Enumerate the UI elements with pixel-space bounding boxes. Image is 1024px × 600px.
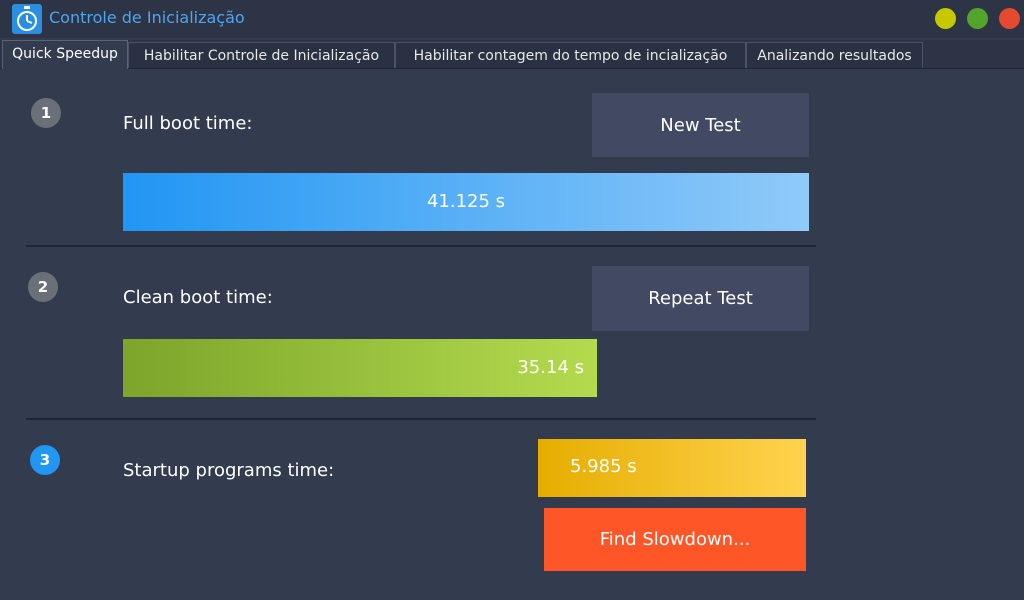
startup-programs-label: Startup programs time:: [123, 460, 335, 481]
step-2-badge: 2: [28, 272, 58, 302]
full-boot-value: 41.125 s: [426, 191, 506, 212]
window-title: Controle de Inicialização: [49, 8, 245, 27]
startup-programs-bar: 5.985 s: [538, 439, 806, 497]
minimize-button[interactable]: [935, 8, 956, 29]
full-boot-label: Full boot time:: [123, 113, 253, 134]
section-divider-2: [26, 418, 816, 420]
section-divider-1: [26, 245, 816, 247]
maximize-button[interactable]: [967, 8, 988, 29]
clean-boot-value: 35.14 s: [517, 357, 584, 378]
tab-habilitar-controle[interactable]: Habilitar Controle de Inicialização: [128, 42, 395, 68]
find-slowdown-button[interactable]: Find Slowdown...: [544, 508, 806, 571]
full-boot-bar: 41.125 s: [123, 173, 809, 231]
step-3-badge: 3: [30, 445, 60, 475]
tab-bar: Quick Speedup Habilitar Controle de Inic…: [0, 40, 1024, 69]
title-bar: Controle de Inicialização: [0, 0, 1024, 38]
close-button[interactable]: [999, 8, 1020, 29]
step-1-badge: 1: [31, 98, 61, 128]
tab-quick-speedup[interactable]: Quick Speedup: [2, 40, 128, 69]
new-test-button[interactable]: New Test: [592, 93, 809, 157]
tab-habilitar-contagem[interactable]: Habilitar contagem do tempo de incializa…: [395, 42, 746, 68]
stopwatch-icon: [12, 4, 42, 34]
tab-analizando-resultados[interactable]: Analizando resultados: [746, 42, 923, 68]
clean-boot-bar: 35.14 s: [123, 339, 597, 397]
startup-programs-value: 5.985 s: [570, 456, 637, 477]
repeat-test-button[interactable]: Repeat Test: [592, 266, 809, 331]
clean-boot-label: Clean boot time:: [123, 287, 273, 308]
